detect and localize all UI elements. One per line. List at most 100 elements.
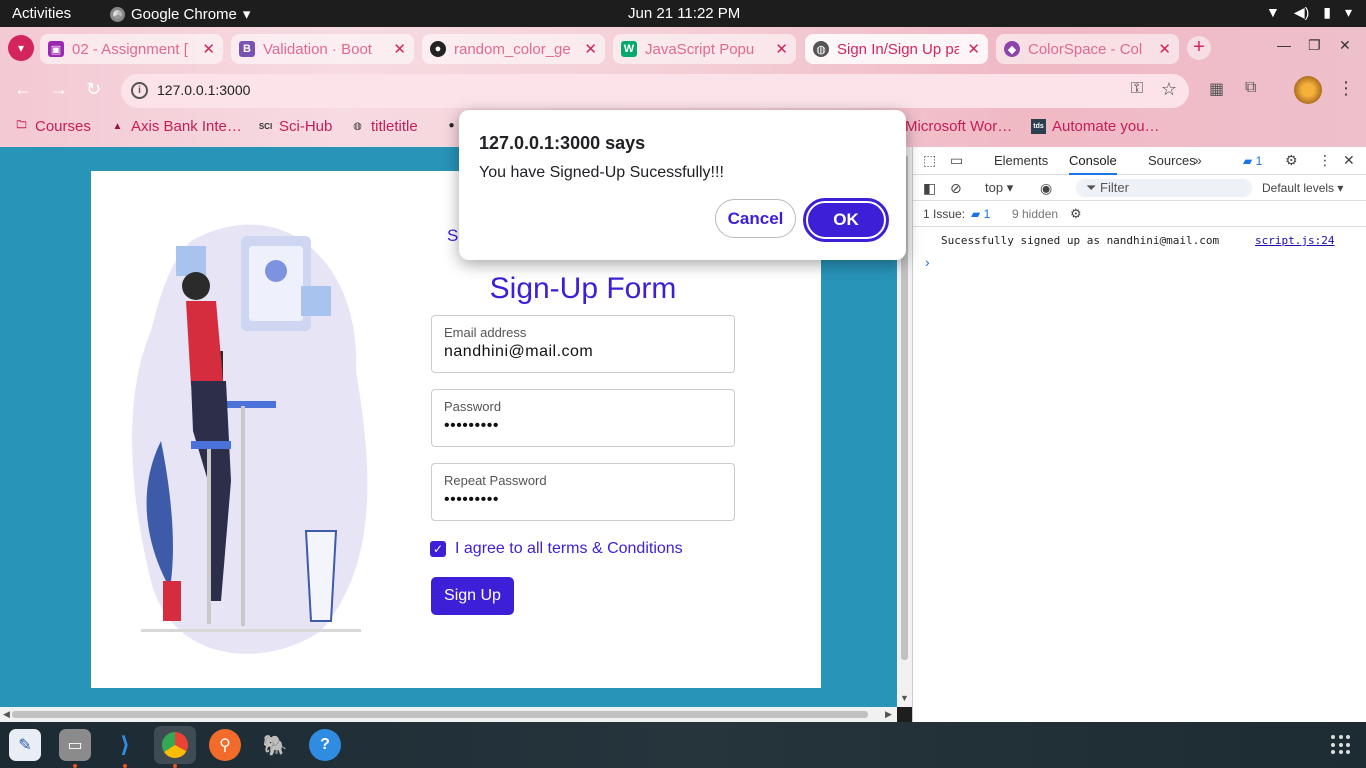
running-indicator — [173, 764, 177, 768]
tab-elements[interactable]: Elements — [994, 153, 1048, 168]
chrome-dock-icon[interactable] — [154, 726, 196, 764]
postman-icon[interactable]: ⚲ — [209, 729, 241, 761]
site-info-icon[interactable]: i — [131, 82, 148, 99]
bookmark-courses[interactable]: 🗀 Courses — [14, 118, 91, 135]
bookmark-microsoft-word[interactable]: Microsoft Wor… — [905, 118, 1012, 135]
close-icon[interactable]: ✕ — [202, 40, 215, 58]
reload-icon[interactable]: ↻ — [86, 79, 101, 100]
puzzle-icon[interactable]: ⧉ — [1245, 79, 1256, 97]
assignment-icon: ▣ — [48, 41, 64, 57]
issues-label[interactable]: 1 Issue: — [923, 207, 965, 221]
bookmark-star-icon[interactable]: ☆ — [1161, 79, 1177, 100]
console-toolbar: ◧ ⊘ top ▾ ◉ ⏷ Filter Default levels ▾ — [913, 175, 1366, 201]
device-toolbar-icon[interactable]: ▭ — [950, 152, 963, 169]
log-levels-value: Default levels — [1262, 181, 1335, 195]
ok-button[interactable]: OK — [803, 198, 889, 242]
inspect-element-icon[interactable]: ⬚ — [923, 152, 936, 169]
terms-checkbox[interactable]: ✓ — [430, 541, 446, 557]
more-tabs-icon[interactable]: » — [1194, 152, 1202, 168]
clock[interactable]: Jun 21 11:22 PM — [628, 5, 740, 22]
extension-icon[interactable]: ▦ — [1209, 79, 1224, 99]
sign-up-button[interactable]: Sign Up — [431, 577, 514, 615]
show-apps-icon[interactable] — [1331, 735, 1351, 755]
terms-label[interactable]: I agree to all terms & Conditions — [455, 540, 683, 558]
bookmark-label: Automate you… — [1052, 118, 1160, 135]
bookmark-axis-bank[interactable]: ▲ Axis Bank Inte… — [110, 118, 242, 135]
tab-w3schools[interactable]: W JavaScript Popu ✕ — [613, 34, 796, 64]
tab-signin-signup[interactable]: ◍ Sign In/Sign Up pa ✕ — [805, 34, 988, 64]
repeat-password-field[interactable]: Repeat Password ••••••••• — [431, 463, 735, 521]
system-tray[interactable]: ▼ ◀) ▮ ▾ — [1266, 4, 1352, 21]
bookmark-label: Sci-Hub — [279, 118, 333, 135]
console-prompt-icon[interactable]: › — [925, 254, 930, 270]
page-horizontal-scrollbar[interactable]: ◀ ▶ — [0, 707, 897, 722]
tab-search-button[interactable]: ▾ — [8, 35, 34, 61]
close-icon[interactable]: ✕ — [584, 40, 597, 58]
kebab-menu-icon[interactable]: ⋮ — [1318, 152, 1332, 169]
tab-github-repo[interactable]: ● random_color_ge ✕ — [422, 34, 605, 64]
tab-title: JavaScript Popu — [645, 40, 755, 58]
browser-toolbar: ← → ↻ i 127.0.0.1:3000 ⚿ ☆ ▦ ⧉ ⋮ — [0, 69, 1366, 109]
maximize-icon[interactable]: ❐ — [1308, 37, 1321, 54]
chevron-down-icon: ▾ — [1344, 4, 1352, 20]
issues-badge[interactable]: ▰ 1 — [1243, 154, 1262, 168]
cancel-button[interactable]: Cancel — [715, 199, 796, 238]
app-menu[interactable]: Google Chrome ▾ — [110, 5, 250, 23]
bookmark-automate[interactable]: tds Automate you… — [1031, 118, 1160, 135]
files-icon[interactable]: ▭ — [59, 729, 91, 761]
repeat-password-input[interactable]: ••••••••• — [444, 491, 499, 509]
tab-bootstrap-validation[interactable]: B Validation · Boot ✕ — [231, 34, 414, 64]
activities-button[interactable]: Activities — [12, 5, 71, 22]
close-window-icon[interactable]: ✕ — [1339, 37, 1351, 54]
bookmark-scihub[interactable]: SCI Sci-Hub — [258, 118, 333, 135]
settings-gear-icon[interactable]: ⚙ — [1070, 206, 1082, 222]
console-filter-input[interactable]: ⏷ Filter — [1076, 179, 1252, 197]
tab-strip: ▾ ▣ 02 - Assignment [ ✕ B Validation · B… — [0, 27, 1366, 67]
bookmark-titletitle[interactable]: ◍ titletitle — [350, 118, 418, 135]
back-icon[interactable]: ← — [14, 79, 32, 100]
url-text[interactable]: 127.0.0.1:3000 — [157, 82, 250, 98]
password-field[interactable]: Password ••••••••• — [431, 389, 735, 447]
dialog-title: 127.0.0.1:3000 says — [479, 133, 646, 153]
clear-console-icon[interactable]: ⊘ — [950, 180, 962, 197]
settings-gear-icon[interactable]: ⚙ — [1285, 152, 1298, 169]
issues-count[interactable]: ▰ 1 — [971, 207, 990, 221]
new-tab-button[interactable]: + — [1187, 36, 1211, 60]
help-icon[interactable]: ? — [309, 729, 341, 761]
tab-sources[interactable]: Sources — [1148, 153, 1196, 168]
vscode-icon[interactable]: ⟩ — [109, 729, 141, 761]
sidebar-toggle-icon[interactable]: ◧ — [923, 180, 936, 197]
password-input[interactable]: ••••••••• — [444, 417, 499, 435]
globe-icon: ◍ — [813, 41, 829, 57]
postgresql-icon[interactable]: 🐘 — [259, 729, 291, 761]
console-source-link[interactable]: script.js:24 — [1255, 234, 1334, 247]
bookmark-github[interactable]: ● — [444, 118, 459, 133]
github-icon: ● — [448, 120, 455, 131]
tab-colorspace[interactable]: ◆ ColorSpace - Col ✕ — [996, 34, 1179, 64]
email-input[interactable]: nandhini@mail.com — [444, 343, 593, 361]
tab-assignment[interactable]: ▣ 02 - Assignment [ ✕ — [40, 34, 223, 64]
email-field[interactable]: Email address nandhini@mail.com — [431, 315, 735, 373]
close-icon[interactable]: ✕ — [775, 40, 788, 58]
chrome-icon — [110, 6, 125, 22]
minimize-icon[interactable]: — — [1277, 37, 1291, 53]
key-icon[interactable]: ⚿ — [1131, 80, 1143, 98]
tab-console[interactable]: Console — [1069, 153, 1117, 175]
forward-icon[interactable]: → — [50, 79, 68, 100]
scrollbar-thumb[interactable] — [12, 711, 868, 718]
close-icon[interactable]: ✕ — [1343, 152, 1355, 169]
scroll-down-icon[interactable]: ▼ — [900, 693, 909, 703]
scroll-left-icon[interactable]: ◀ — [3, 709, 10, 720]
context-select[interactable]: top ▾ — [985, 180, 1013, 196]
colorspace-icon: ◆ — [1004, 41, 1020, 57]
eye-icon[interactable]: ◉ — [1040, 180, 1052, 197]
close-icon[interactable]: ✕ — [967, 40, 980, 58]
profile-avatar[interactable] — [1294, 76, 1322, 104]
scroll-right-icon[interactable]: ▶ — [885, 709, 892, 720]
close-icon[interactable]: ✕ — [1158, 40, 1171, 58]
address-bar[interactable]: i 127.0.0.1:3000 ⚿ ☆ — [121, 74, 1189, 108]
text-editor-icon[interactable]: ✎ — [9, 729, 41, 761]
close-icon[interactable]: ✕ — [393, 40, 406, 58]
log-levels-select[interactable]: Default levels ▾ — [1262, 181, 1343, 195]
kebab-menu-icon[interactable]: ⋮ — [1337, 78, 1355, 99]
